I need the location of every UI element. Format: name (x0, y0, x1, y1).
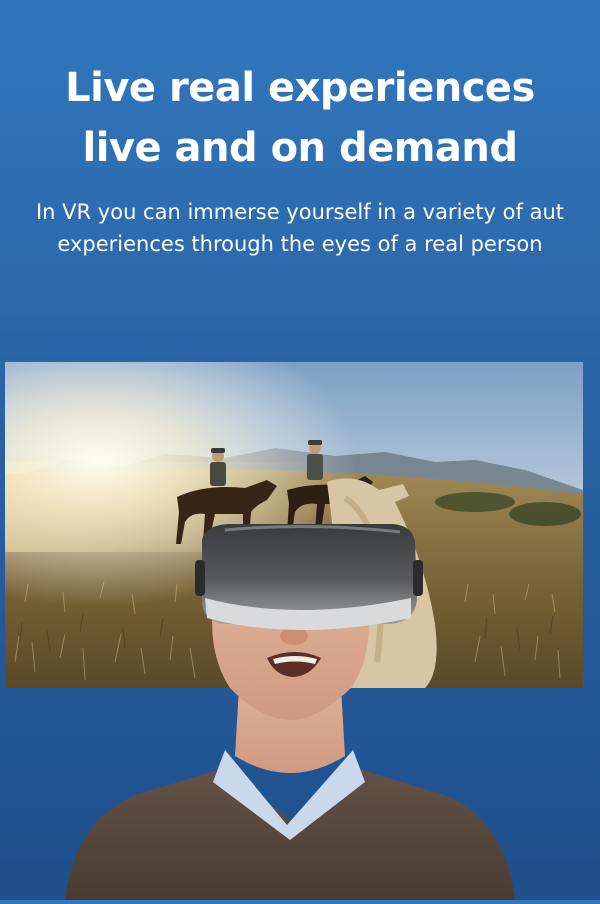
person-with-vr-headset-image (55, 520, 525, 900)
subheadline-line-2: experiences through the eyes of a real p… (57, 232, 543, 256)
headline: Live real experiences live and on demand (0, 58, 600, 178)
headline-line-2: live and on demand (82, 125, 518, 171)
subheadline-line-1: In VR you can immerse yourself in a vari… (35, 200, 564, 224)
subheadline: In VR you can immerse yourself in a vari… (0, 196, 600, 260)
headline-line-1: Live real experiences (65, 65, 535, 111)
